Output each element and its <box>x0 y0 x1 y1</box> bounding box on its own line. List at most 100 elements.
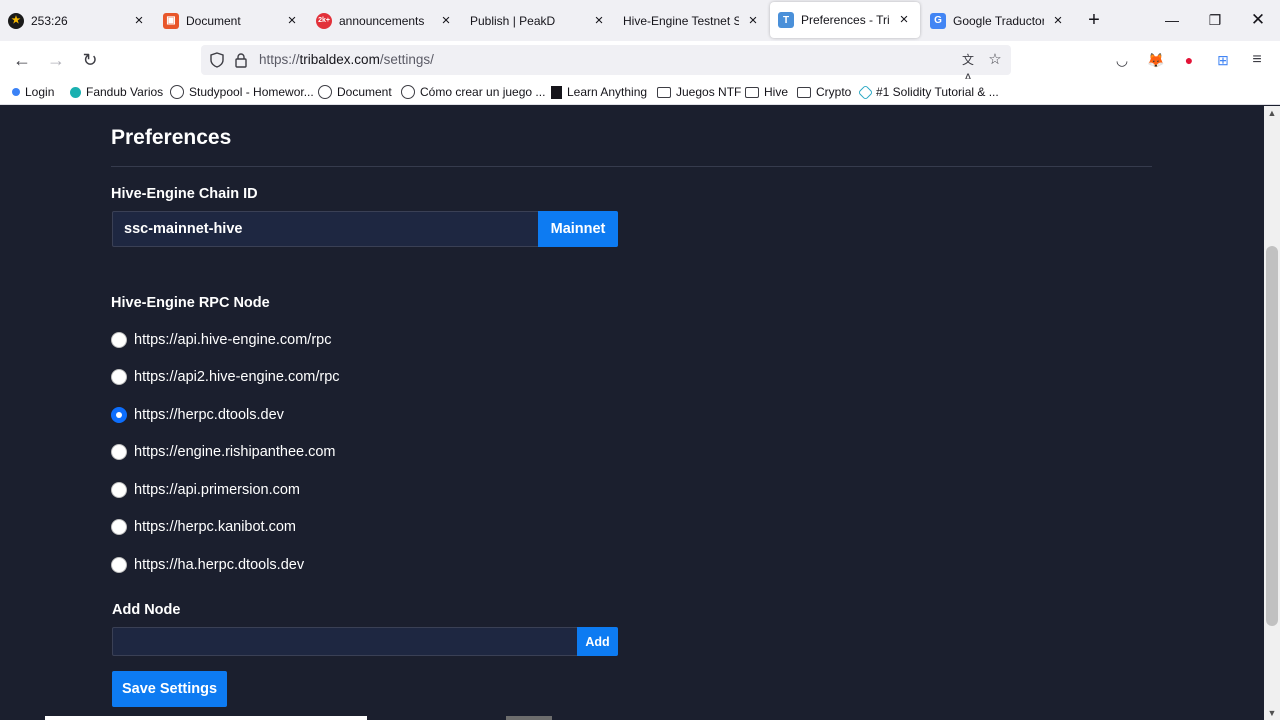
folder-icon <box>797 86 811 98</box>
tribaldex-icon: T <box>778 12 794 28</box>
chain-id-label: Hive-Engine Chain ID <box>111 186 258 202</box>
tab-hive-engine-testnet[interactable]: Hive-Engine Testnet Setu × <box>615 0 769 41</box>
shield-icon[interactable] <box>209 52 225 68</box>
rpc-option[interactable]: https://ha.herpc.dtools.dev <box>111 555 304 575</box>
rpc-option[interactable]: https://herpc.kanibot.com <box>111 517 296 537</box>
bookmark-learn-anything[interactable]: Learn Anything <box>551 84 647 100</box>
bookmark-star-icon[interactable]: ☆ <box>986 51 1004 69</box>
radio-button[interactable] <box>111 444 127 460</box>
tab-document[interactable]: ▣ Document × <box>155 0 308 41</box>
tab-timer[interactable]: ★ 253:26 × <box>0 0 155 41</box>
metamask-fox-icon[interactable]: 🦊 <box>1147 51 1165 69</box>
tab-title: Google Traductor <box>953 13 1044 28</box>
close-icon[interactable]: × <box>591 12 607 29</box>
minimize-icon[interactable]: — <box>1162 10 1182 30</box>
pocket-icon[interactable]: ◡ <box>1113 51 1131 69</box>
close-icon[interactable]: × <box>131 12 147 29</box>
page-title: Preferences <box>111 126 232 149</box>
bookmarks-bar: Login Fandub Varios Studypool - Homewor.… <box>0 79 1280 105</box>
translate-extension-icon[interactable]: ⊞ <box>1214 51 1232 69</box>
rpc-url: https://api.hive-engine.com/rpc <box>134 332 332 348</box>
back-arrow-icon[interactable]: ← <box>11 49 33 71</box>
add-node-input[interactable] <box>112 627 578 656</box>
bookmark-login[interactable]: Login <box>12 84 54 100</box>
save-settings-button[interactable]: Save Settings <box>112 671 227 707</box>
rpc-option[interactable]: https://api2.hive-engine.com/rpc <box>111 367 340 387</box>
rpc-option[interactable]: https://api.primersion.com <box>111 480 300 500</box>
rpc-option[interactable]: https://engine.rishipanthee.com <box>111 442 336 462</box>
divider <box>111 166 1152 167</box>
bookmark-crypto[interactable]: Crypto <box>797 84 851 100</box>
radio-button[interactable] <box>111 332 127 348</box>
bookmark-crear-juego[interactable]: Cómo crear un juego ... <box>401 84 545 100</box>
radio-button[interactable] <box>111 369 127 385</box>
tab-peakd[interactable]: Publish | PeakD × <box>462 0 615 41</box>
rpc-url: https://engine.rishipanthee.com <box>134 444 336 460</box>
tab-preferences[interactable]: T Preferences - Tribaldex × <box>770 2 920 38</box>
bookmark-document[interactable]: Document <box>318 84 392 100</box>
tab-title: 253:26 <box>31 13 68 28</box>
url-bar[interactable]: https://tribaldex.com/settings/ 文A ☆ <box>201 45 1011 85</box>
bookmark-fandub[interactable]: Fandub Varios <box>70 84 163 100</box>
lock-icon[interactable] <box>234 52 248 68</box>
rpc-url: https://ha.herpc.dtools.dev <box>134 557 305 573</box>
radio-button[interactable] <box>111 482 127 498</box>
add-node-label: Add Node <box>112 602 181 618</box>
bookmark-label: Fandub Varios <box>86 85 164 99</box>
tab-title: Hive-Engine Testnet Setu <box>623 13 739 28</box>
bookmark-studypool[interactable]: Studypool - Homewor... <box>170 84 314 100</box>
bookmark-solidity[interactable]: #1 Solidity Tutorial & ... <box>857 84 999 100</box>
close-icon[interactable]: × <box>745 12 761 29</box>
url-path: /settings/ <box>379 52 434 67</box>
tab-bar: ★ 253:26 × ▣ Document × 2k+ announcement… <box>0 0 1280 41</box>
star-circle-icon: ★ <box>8 12 24 29</box>
bookmark-label: Document <box>337 85 392 99</box>
nav-bar: ← → ↻ https://tribaldex.com/settings/ 文A… <box>0 41 1280 85</box>
url-host: tribaldex.com <box>299 52 380 67</box>
window-close-icon[interactable]: ✕ <box>1248 10 1268 30</box>
close-icon[interactable]: × <box>896 12 912 28</box>
bookmark-hive[interactable]: Hive <box>745 84 788 100</box>
close-icon[interactable]: × <box>1050 12 1066 29</box>
horizontal-scrollbar-segment[interactable] <box>506 716 552 720</box>
close-icon[interactable]: × <box>284 12 300 29</box>
url-text[interactable]: https://tribaldex.com/settings/ <box>259 45 434 75</box>
radio-button[interactable] <box>111 519 127 535</box>
bookmark-label: #1 Solidity Tutorial & ... <box>876 85 999 99</box>
rpc-url: https://api2.hive-engine.com/rpc <box>134 369 340 385</box>
hive-keychain-icon[interactable]: ● <box>1180 51 1198 69</box>
tab-title: Preferences - Tribaldex <box>801 13 890 27</box>
book-icon <box>551 85 562 99</box>
mainnet-button[interactable]: Mainnet <box>538 211 618 247</box>
rpc-option[interactable]: https://herpc.dtools.dev <box>111 405 284 425</box>
radio-button[interactable] <box>111 557 127 573</box>
rpc-url: https://herpc.dtools.dev <box>134 407 284 423</box>
translate-icon[interactable]: 文A <box>959 51 977 85</box>
radio-button-selected[interactable] <box>111 407 127 423</box>
vertical-scrollbar[interactable]: ▲ ▼ <box>1264 106 1280 720</box>
tab-title: announcements <box>339 13 425 28</box>
close-icon[interactable]: × <box>438 12 454 29</box>
google-translate-icon: G <box>930 12 946 29</box>
restore-icon[interactable]: ❐ <box>1205 10 1225 30</box>
bookmark-juegos-ntf[interactable]: Juegos NTF <box>657 84 741 100</box>
bookmark-label: Login <box>25 85 55 99</box>
scroll-up-icon[interactable]: ▲ <box>1264 106 1280 120</box>
new-tab-icon[interactable]: + <box>1084 10 1104 31</box>
chain-id-input[interactable] <box>112 211 539 247</box>
bookmark-label: Learn Anything <box>567 85 648 99</box>
tab-announcements[interactable]: 2k+ announcements × <box>308 0 462 41</box>
tab-google-translate[interactable]: G Google Traductor × <box>922 0 1074 41</box>
menu-hamburger-icon[interactable]: ≡ <box>1248 51 1266 69</box>
globe-icon <box>318 85 332 99</box>
reload-icon[interactable]: ↻ <box>79 49 101 71</box>
rpc-option[interactable]: https://api.hive-engine.com/rpc <box>111 330 331 350</box>
bookmark-label: Hive <box>764 85 789 99</box>
forward-arrow-icon[interactable]: → <box>45 49 67 71</box>
horizontal-scrollbar[interactable] <box>45 716 367 720</box>
teal-bird-icon <box>70 86 81 98</box>
scrollbar-thumb[interactable] <box>1266 246 1278 626</box>
add-node-button[interactable]: Add <box>577 627 618 656</box>
bookmark-label: Cómo crear un juego ... <box>420 85 546 99</box>
scroll-down-icon[interactable]: ▼ <box>1264 706 1280 720</box>
